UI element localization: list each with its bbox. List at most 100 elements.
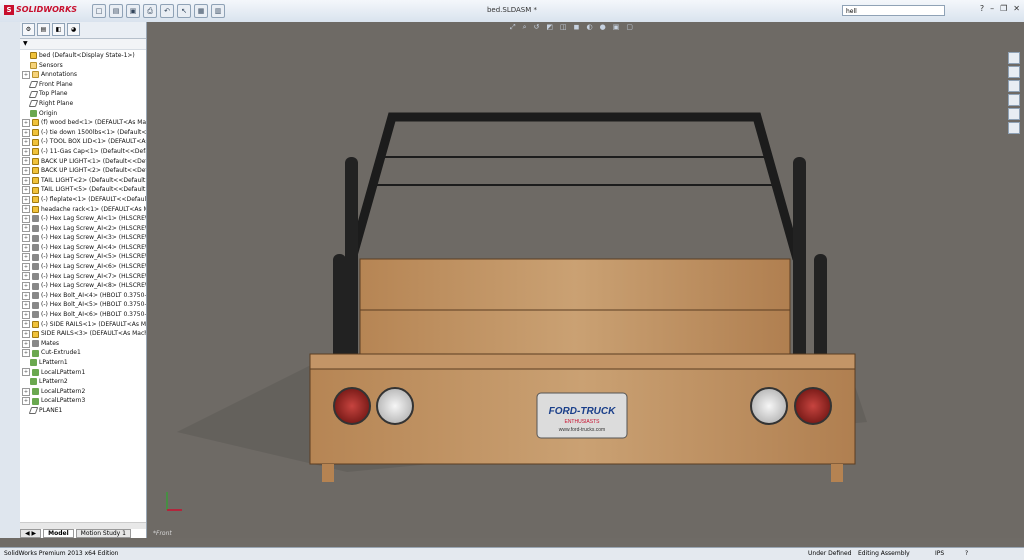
tree-horizontal-scrollbar[interactable] [20,522,146,529]
graphics-viewport[interactable]: FORD-TRUCK ENTHUSIASTS www.ford-trucks.c… [147,22,1024,538]
previous-view-icon[interactable]: ↺ [534,23,540,32]
tree-item[interactable]: + (-) 11-Gas Cap<1> (Default<<Defaul [22,147,146,157]
zoom-area-icon[interactable]: ⌕ [523,23,527,32]
section-view-icon[interactable]: ◩ [546,23,553,32]
appearance-icon[interactable]: ● [600,23,606,32]
tree-item[interactable]: + (-) Hex Bolt_AI<6> (HBOLT 0.3750-1 [22,310,146,320]
tree-filter[interactable]: ▼ [20,39,146,50]
tree-item[interactable]: + TAIL LIGHT<5> (Default<<Default>_ [22,185,146,195]
expand-icon[interactable]: + [22,138,30,147]
tree-item[interactable]: + (-) Hex Lag Screw_AI<5> (HLSCREW [22,252,146,262]
tree-item[interactable]: + (-) Hex Lag Screw_AI<4> (HLSCREW [22,243,146,253]
tree-item[interactable]: + Annotations [22,70,146,80]
tree-item[interactable]: LPattern1 [22,358,146,368]
tree-item[interactable]: + (-) SIDE RAILS<1> (DEFAULT<As Ma [22,320,146,330]
expand-icon[interactable]: + [22,387,30,396]
tail-light-left[interactable] [333,387,371,425]
tab-model[interactable]: Model [43,529,74,538]
expand-icon[interactable]: + [22,166,30,175]
tree-item[interactable]: PLANE1 [22,406,146,416]
expand-icon[interactable]: + [22,310,30,319]
expand-icon[interactable]: + [22,70,30,79]
expand-icon[interactable]: + [22,195,30,204]
expand-icon[interactable]: + [22,157,30,166]
expand-icon[interactable]: + [22,224,30,233]
expand-icon[interactable]: + [22,214,30,223]
help-status-icon[interactable]: ? [965,548,968,560]
tree-item[interactable]: Origin [22,109,146,119]
expand-icon[interactable]: + [22,118,30,127]
tree-item[interactable]: + LocalLPattern1 [22,368,146,378]
tree-item[interactable]: + headache rack<1> (DEFAULT<As M [22,205,146,215]
custom-properties-icon[interactable] [1008,122,1020,134]
expand-icon[interactable]: + [22,147,30,156]
hide-show-icon[interactable]: ◐ [586,23,592,32]
tree-item[interactable]: + (-) Hex Lag Screw_AI<1> (HLSCREW [22,214,146,224]
expand-icon[interactable]: + [22,368,30,377]
expand-icon[interactable]: + [22,339,30,348]
tree-item[interactable]: + (-) Hex Bolt_AI<4> (HBOLT 0.3750-1 [22,291,146,301]
expand-icon[interactable]: + [22,272,30,281]
backup-light-left[interactable] [376,387,414,425]
search-input[interactable]: hell [842,5,945,16]
appearances-icon[interactable] [1008,108,1020,120]
tree-item[interactable]: + (f) wood bed<1> (DEFAULT<As Mac [22,118,146,128]
help-icon[interactable]: ? [980,4,984,13]
tree-item[interactable]: Sensors [22,61,146,71]
expand-icon[interactable]: + [22,349,30,358]
expand-icon[interactable]: + [22,320,30,329]
property-manager-tab-icon[interactable]: ▤ [37,23,50,36]
design-library-icon[interactable] [1008,66,1020,78]
tree-item[interactable]: + (-) Hex Lag Screw_AI<8> (HLSCREW [22,281,146,291]
expand-icon[interactable]: + [22,234,30,243]
tree-item[interactable]: + (-) Hex Bolt_AI<5> (HBOLT 0.3750-1 [22,300,146,310]
tree-item[interactable]: + BACK UP LIGHT<2> (Default<<Defa [22,166,146,176]
tree-item[interactable]: + (-) Hex Lag Screw_AI<3> (HLSCREW [22,233,146,243]
tree-item[interactable]: + (-) Hex Lag Screw_AI<6> (HLSCREW [22,262,146,272]
tree-item[interactable]: + SIDE RAILS<3> (DEFAULT<As Machi [22,329,146,339]
view-settings-icon[interactable]: ▢ [626,23,633,32]
close-icon[interactable]: ✕ [1013,4,1020,13]
tab-nav-arrows[interactable]: ◀ ▶ [20,529,42,538]
tree-item[interactable]: Top Plane [22,89,146,99]
tree-item[interactable]: + Mates [22,339,146,349]
backup-light-right[interactable] [750,387,788,425]
tree-item[interactable]: + (-) fleplate<1> (DEFAULT<<Default> [22,195,146,205]
tree-item[interactable]: + LocalLPattern2 [22,387,146,397]
tree-item[interactable]: + TAIL LIGHT<2> (Default<<Default>_ [22,176,146,186]
tree-item[interactable]: + (-) Hex Lag Screw_AI<7> (HLSCREW [22,272,146,282]
tree-item[interactable]: Front Plane [22,80,146,90]
restore-icon[interactable]: ❐ [1000,4,1007,13]
tree-item[interactable]: + LocalLPattern3 [22,396,146,406]
tab-motion-study[interactable]: Motion Study 1 [75,529,131,538]
expand-icon[interactable]: + [22,176,30,185]
status-units[interactable]: IPS [935,548,944,560]
tail-light-right[interactable] [794,387,832,425]
configuration-tab-icon[interactable]: ◧ [52,23,65,36]
feature-tree-tab-icon[interactable]: ⚙ [22,23,35,36]
expand-icon[interactable]: + [22,330,30,339]
minimize-icon[interactable]: – [990,4,994,13]
resources-icon[interactable] [1008,52,1020,64]
tree-item[interactable]: + (-) TOOL BOX LID<1> (DEFAULT<As [22,137,146,147]
expand-icon[interactable]: + [22,253,30,262]
tree-item[interactable]: + (-) tie down 1500lbs<1> (Default<Di [22,128,146,138]
expand-icon[interactable]: + [22,301,30,310]
expand-icon[interactable]: + [22,282,30,291]
expand-icon[interactable]: + [22,262,30,271]
tree-root[interactable]: bed (Default<Display State-1>) [22,51,146,61]
expand-icon[interactable]: + [22,186,30,195]
view-palette-icon[interactable] [1008,94,1020,106]
display-style-icon[interactable]: ◼ [574,23,580,32]
expand-icon[interactable]: + [22,243,30,252]
display-manager-tab-icon[interactable]: ◕ [67,23,80,36]
expand-icon[interactable]: + [22,397,30,406]
expand-icon[interactable]: + [22,128,30,137]
tree-item[interactable]: LPattern2 [22,377,146,387]
expand-icon[interactable]: + [22,291,30,300]
zoom-fit-icon[interactable]: ⤢ [510,23,516,32]
tree-item[interactable]: + (-) Hex Lag Screw_AI<2> (HLSCREW [22,224,146,234]
scene-icon[interactable]: ▣ [613,23,620,32]
tree-item[interactable]: + Cut-Extrude1 [22,348,146,358]
expand-icon[interactable]: + [22,205,30,214]
